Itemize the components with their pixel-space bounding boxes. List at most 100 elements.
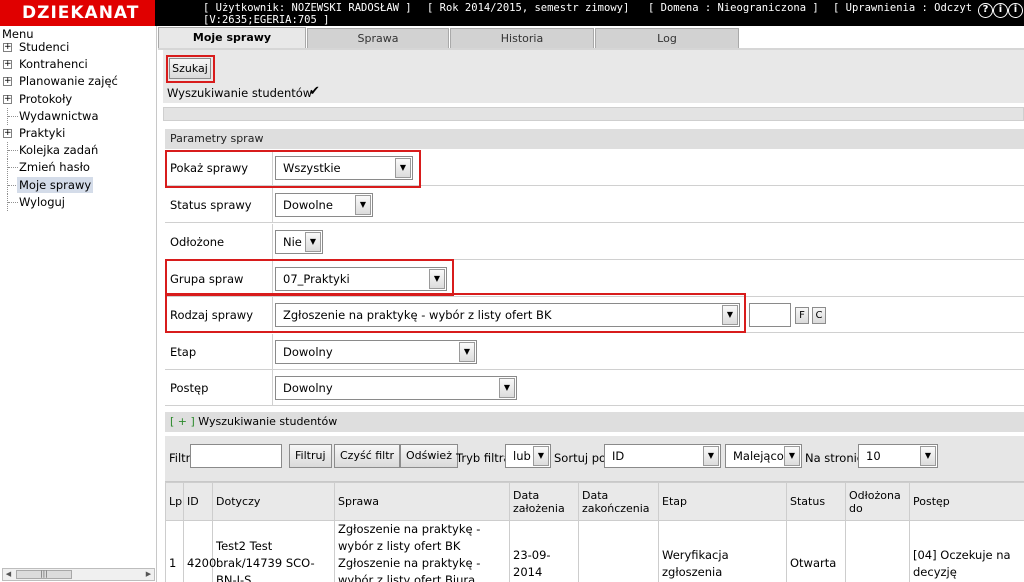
sidebar-item-kolejka-zadan[interactable]: Kolejka zadań: [0, 142, 156, 160]
clear-filter-button[interactable]: Czyść filtr: [334, 444, 401, 468]
tree-connector: [7, 193, 19, 211]
sidebar-item-wydawnictwa[interactable]: Wydawnictwa: [0, 107, 156, 125]
chevron-down-icon[interactable]: ▼: [499, 378, 515, 398]
info-icon[interactable]: i: [1008, 3, 1023, 18]
refresh-button[interactable]: Odśwież: [400, 444, 458, 468]
column-header[interactable]: Data zakończenia: [578, 482, 659, 521]
expand-icon[interactable]: +: [3, 94, 12, 104]
separator-bar: [163, 107, 1024, 121]
column-header[interactable]: Sprawa: [334, 482, 510, 521]
column-header[interactable]: Dotyczy: [212, 482, 335, 521]
order-select[interactable]: Malejąco ▼: [725, 444, 802, 468]
case-type-code-input[interactable]: [749, 303, 791, 327]
sidebar-item-wyloguj[interactable]: Wyloguj: [0, 193, 156, 211]
column-header[interactable]: Odłożona do: [845, 482, 910, 521]
tab-sprawa[interactable]: Sprawa: [307, 28, 449, 48]
sidebar-item-kontrahenci[interactable]: + Kontrahenci: [0, 56, 156, 73]
column-header[interactable]: ID: [183, 482, 213, 521]
chevron-down-icon[interactable]: ▼: [459, 342, 475, 362]
sidebar-item-praktyki[interactable]: + Praktyki: [0, 125, 156, 142]
c-button[interactable]: C: [812, 307, 826, 324]
column-header[interactable]: Etap: [658, 482, 787, 521]
per-page-select[interactable]: 10 ▼: [858, 444, 938, 468]
sidebar-item-protokoly[interactable]: + Protokoły: [0, 91, 156, 108]
tree-connector: [7, 142, 19, 160]
term-info: [ Rok 2014/2015, semestr zimowy]: [427, 2, 630, 14]
column-header[interactable]: Lp: [165, 482, 184, 521]
expand-icon[interactable]: +: [3, 77, 12, 87]
param-row-stage: Etap Dowolny ▼: [165, 334, 1024, 370]
expand-icon[interactable]: +: [3, 43, 12, 52]
chevron-down-icon[interactable]: ▼: [305, 232, 321, 252]
sort-select[interactable]: ID ▼: [604, 444, 721, 468]
filter-button[interactable]: Filtruj: [289, 444, 332, 468]
progress-select[interactable]: Dowolny ▼: [275, 376, 517, 400]
stage-select[interactable]: Dowolny ▼: [275, 340, 477, 364]
search-panel: Szukaj Wyszukiwanie studentów ✔: [163, 50, 1024, 103]
column-header[interactable]: Postęp: [909, 482, 1024, 521]
param-row-status: Status sprawy Dowolne ▼: [165, 187, 1024, 223]
table-row[interactable]: 1 4200 Test2 Test brak/14739 SCO-BN-I-S …: [165, 520, 1024, 582]
sort-label: Sortuj po: [554, 451, 607, 465]
expand-icon[interactable]: +: [3, 129, 12, 138]
sidebar-item-label: Kontrahenci: [19, 57, 88, 72]
scroll-right-icon[interactable]: ▶: [143, 569, 154, 580]
sidebar-item-planowanie-zajec[interactable]: + Planowanie zajęć: [0, 73, 156, 90]
sidebar-item-label: Kolejka zadań: [19, 143, 99, 158]
filter-input[interactable]: [190, 444, 282, 468]
highlight-box: [165, 259, 454, 296]
select-value: Nie: [283, 235, 302, 249]
sidebar-item-label: Moje sprawy: [17, 176, 94, 193]
scroll-left-icon[interactable]: ◀: [3, 569, 14, 580]
horizontal-scrollbar[interactable]: ◀ ||| ▶: [2, 568, 155, 581]
select-value: Dowolne: [283, 198, 333, 212]
cell-status: Otwarta: [786, 520, 846, 582]
checkmark-icon[interactable]: ✔: [309, 84, 320, 99]
scrollbar-thumb[interactable]: |||: [16, 570, 72, 579]
select-value: ID: [612, 449, 625, 463]
user-info-line2: [V:2635;EGERIA:705 ]: [203, 14, 330, 26]
student-search-header[interactable]: [ + ] Wyszukiwanie studentów: [165, 412, 1024, 432]
select-value: Malejąco: [733, 449, 784, 463]
tab-log[interactable]: Log: [595, 28, 739, 48]
expand-icon[interactable]: [ + ]: [170, 415, 195, 428]
sidebar-item-zmien-haslo[interactable]: Zmień hasło: [0, 159, 156, 177]
top-bar: DZIEKANAT [ Użytkownik: NOŻEWSKI RADOSŁA…: [0, 0, 1024, 26]
expand-icon[interactable]: +: [3, 60, 12, 70]
cell-odlozona: [845, 520, 910, 582]
filter-mode-label: Tryb filtra: [456, 451, 511, 465]
search-button[interactable]: Szukaj: [169, 58, 211, 79]
tab-historia[interactable]: Historia: [450, 28, 594, 48]
column-header[interactable]: Status: [786, 482, 846, 521]
highlight-box: [165, 293, 746, 333]
cell-sprawa: Zgłoszenie na praktykę - wybór z listy o…: [334, 520, 510, 582]
sidebar-item-label: Praktyki: [19, 126, 66, 140]
per-page-label: Na stronie: [805, 451, 864, 465]
column-header[interactable]: Data założenia: [509, 482, 579, 521]
filter-mode-select[interactable]: lub ▼: [505, 444, 551, 468]
chevron-down-icon[interactable]: ▼: [920, 446, 936, 466]
postponed-select[interactable]: Nie ▼: [275, 230, 323, 254]
chevron-down-icon[interactable]: ▼: [784, 446, 800, 466]
sidebar-item-label: Zmień hasło: [19, 160, 90, 175]
sidebar-item-moje-sprawy[interactable]: Moje sprawy: [0, 176, 156, 194]
chevron-down-icon[interactable]: ▼: [355, 195, 371, 215]
sidebar-item-label: Planowanie zajęć: [19, 74, 118, 89]
param-label: Odłożone: [170, 224, 273, 260]
chevron-down-icon[interactable]: ▼: [533, 446, 549, 466]
status-select[interactable]: Dowolne ▼: [275, 193, 373, 217]
info-icon[interactable]: i: [993, 3, 1008, 18]
cell-dotyczy: Test2 Test brak/14739 SCO-BN-I-S: [212, 520, 335, 582]
f-button[interactable]: F: [795, 307, 809, 324]
user-info: [ Użytkownik: NOŻEWSKI RADOSŁAW ]: [203, 2, 412, 14]
help-icon[interactable]: ?: [978, 3, 993, 18]
params-header: Parametry spraw: [165, 129, 1024, 149]
sidebar-menu: Menu + Studenci + Kontrahenci + Planowanie za…: [0, 26, 157, 582]
filter-label: Filtr: [169, 451, 191, 465]
chevron-down-icon[interactable]: ▼: [703, 446, 719, 466]
cell-id: 4200: [183, 520, 216, 582]
cell-data-zalozenia: 23-09-2014: [509, 520, 579, 582]
sidebar-item-studenci[interactable]: + Studenci: [0, 39, 156, 56]
tab-moje-sprawy[interactable]: Moje sprawy: [158, 27, 306, 48]
param-row-postponed: Odłożone Nie ▼: [165, 224, 1024, 260]
